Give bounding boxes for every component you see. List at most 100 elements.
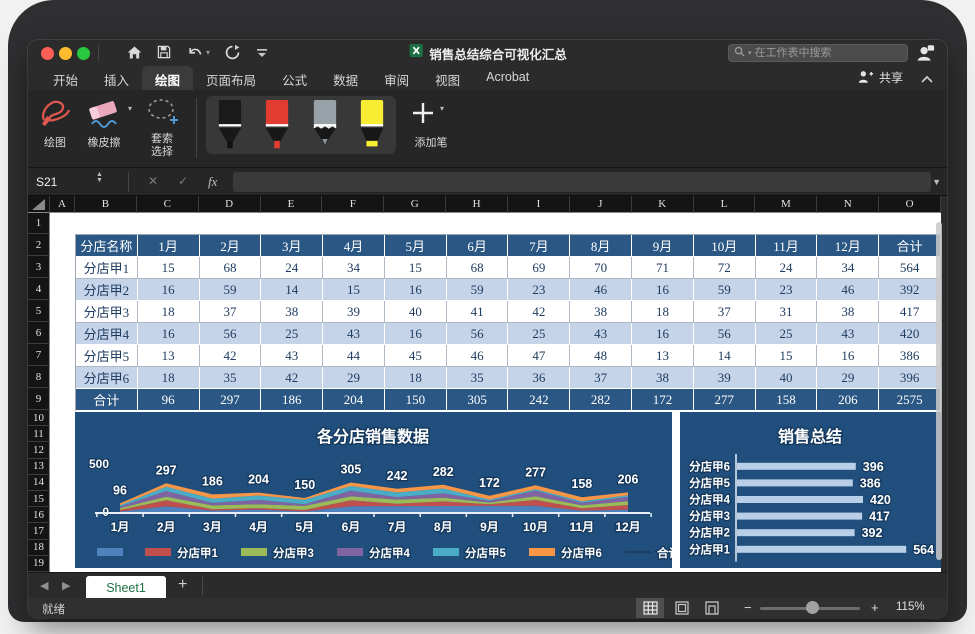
table-cell[interactable]: 564 xyxy=(879,257,941,279)
row-header-6[interactable]: 6 xyxy=(28,322,50,344)
table-cell[interactable]: 46 xyxy=(817,279,879,301)
zoom-level[interactable]: 115% xyxy=(896,601,925,613)
table-cell[interactable]: 417 xyxy=(879,301,941,323)
table-cell[interactable]: 45 xyxy=(385,345,447,367)
table-cell[interactable]: 42 xyxy=(508,301,570,323)
table-cell[interactable]: 18 xyxy=(632,301,694,323)
add-sheet-button[interactable]: + xyxy=(178,576,187,594)
table-cell[interactable]: 43 xyxy=(261,345,323,367)
bar-chart-panel[interactable]: 销售总结分店甲6396分店甲5386分店甲4420分店甲3417分店甲2392分… xyxy=(680,412,941,568)
row-header-19[interactable]: 19 xyxy=(28,556,50,572)
search-box[interactable]: ▾ xyxy=(728,44,908,62)
cancel-entry-icon[interactable]: ✕ xyxy=(148,174,158,188)
zoom-in-button[interactable]: + xyxy=(871,600,879,615)
formula-bar-expand-icon[interactable]: ▼ xyxy=(932,177,941,187)
table-total-cell[interactable]: 282 xyxy=(570,389,632,411)
column-header-J[interactable]: J xyxy=(570,196,632,213)
table-cell[interactable]: 15 xyxy=(756,345,818,367)
confirm-entry-icon[interactable]: ✓ xyxy=(178,174,188,188)
table-cell[interactable]: 18 xyxy=(138,367,200,389)
table-cell[interactable]: 34 xyxy=(817,257,879,279)
table-cell[interactable]: 24 xyxy=(261,257,323,279)
table-cell[interactable]: 16 xyxy=(385,323,447,345)
table-cell[interactable]: 16 xyxy=(385,279,447,301)
table-total-cell[interactable]: 242 xyxy=(508,389,570,411)
table-cell[interactable]: 59 xyxy=(447,279,509,301)
row-header-5[interactable]: 5 xyxy=(28,300,50,322)
table-cell[interactable]: 59 xyxy=(200,279,262,301)
row-header-16[interactable]: 16 xyxy=(28,507,50,523)
table-cell[interactable]: 分店甲1 xyxy=(76,257,138,279)
table-total-cell[interactable]: 305 xyxy=(447,389,509,411)
maximize-window-button[interactable] xyxy=(77,47,90,60)
table-cell[interactable]: 23 xyxy=(508,279,570,301)
row-header-8[interactable]: 8 xyxy=(28,366,50,388)
eraser-dropdown-icon[interactable]: ▾ xyxy=(128,104,132,113)
column-header-M[interactable]: M xyxy=(755,196,817,213)
close-window-button[interactable] xyxy=(41,47,54,60)
table-header-cell[interactable]: 6月 xyxy=(447,235,509,257)
name-box-stepper[interactable]: ▲▼ xyxy=(96,172,103,184)
ribbon-tab-开始[interactable]: 开始 xyxy=(40,66,91,90)
table-cell[interactable]: 38 xyxy=(817,301,879,323)
table-cell[interactable]: 分店甲5 xyxy=(76,345,138,367)
table-header-cell[interactable]: 分店名称 xyxy=(76,235,138,257)
table-total-cell[interactable]: 合计 xyxy=(76,389,138,411)
table-header-cell[interactable]: 1月 xyxy=(138,235,200,257)
page-break-view-button[interactable] xyxy=(698,598,726,618)
eraser-icon[interactable] xyxy=(84,96,124,135)
minimize-window-button[interactable] xyxy=(59,47,72,60)
table-cell[interactable]: 40 xyxy=(756,367,818,389)
column-header-G[interactable]: G xyxy=(384,196,446,213)
column-header-F[interactable]: F xyxy=(322,196,384,213)
collapse-ribbon-icon[interactable] xyxy=(921,71,933,89)
save-icon[interactable] xyxy=(156,44,172,65)
table-cell[interactable]: 35 xyxy=(447,367,509,389)
table-total-cell[interactable]: 150 xyxy=(385,389,447,411)
table-cell[interactable]: 23 xyxy=(756,279,818,301)
row-header-2[interactable]: 2 xyxy=(28,234,50,256)
ribbon-tab-审阅[interactable]: 审阅 xyxy=(371,66,422,90)
redo-icon[interactable] xyxy=(224,44,241,66)
table-header-cell[interactable]: 8月 xyxy=(570,235,632,257)
vertical-scrollbar[interactable] xyxy=(936,222,942,560)
ribbon-tab-插入[interactable]: 插入 xyxy=(91,66,142,90)
more-commands-icon[interactable] xyxy=(256,46,268,64)
zoom-out-button[interactable]: − xyxy=(744,600,752,615)
table-cell[interactable]: 15 xyxy=(323,279,385,301)
table-total-cell[interactable]: 96 xyxy=(138,389,200,411)
column-header-A[interactable]: A xyxy=(50,196,75,213)
table-cell[interactable]: 分店甲2 xyxy=(76,279,138,301)
search-input[interactable] xyxy=(755,47,895,59)
row-header-12[interactable]: 12 xyxy=(28,442,50,458)
table-cell[interactable]: 46 xyxy=(570,279,632,301)
table-total-cell[interactable]: 186 xyxy=(261,389,323,411)
table-cell[interactable]: 46 xyxy=(447,345,509,367)
table-cell[interactable]: 14 xyxy=(261,279,323,301)
table-cell[interactable]: 68 xyxy=(200,257,262,279)
row-header-18[interactable]: 18 xyxy=(28,540,50,556)
table-cell[interactable]: 59 xyxy=(694,279,756,301)
table-cell[interactable]: 39 xyxy=(323,301,385,323)
table-cell[interactable]: 43 xyxy=(323,323,385,345)
column-header-O[interactable]: O xyxy=(879,196,941,213)
select-all-corner[interactable] xyxy=(28,196,50,213)
column-header-B[interactable]: B xyxy=(75,196,137,213)
table-cell[interactable]: 42 xyxy=(200,345,262,367)
table-cell[interactable]: 56 xyxy=(447,323,509,345)
table-header-cell[interactable]: 合计 xyxy=(879,235,941,257)
prev-sheet-icon[interactable]: ◀ xyxy=(40,579,48,592)
ribbon-tab-视图[interactable]: 视图 xyxy=(422,66,473,90)
table-header-cell[interactable]: 11月 xyxy=(756,235,818,257)
table-cell[interactable]: 38 xyxy=(632,367,694,389)
table-cell[interactable]: 29 xyxy=(817,367,879,389)
table-cell[interactable]: 34 xyxy=(323,257,385,279)
table-total-cell[interactable]: 297 xyxy=(200,389,262,411)
table-cell[interactable]: 392 xyxy=(879,279,941,301)
table-cell[interactable]: 386 xyxy=(879,345,941,367)
table-cell[interactable]: 41 xyxy=(447,301,509,323)
yellow-highlighter[interactable] xyxy=(353,100,391,157)
table-cell[interactable]: 71 xyxy=(632,257,694,279)
table-cell[interactable]: 38 xyxy=(570,301,632,323)
column-header-C[interactable]: C xyxy=(137,196,199,213)
